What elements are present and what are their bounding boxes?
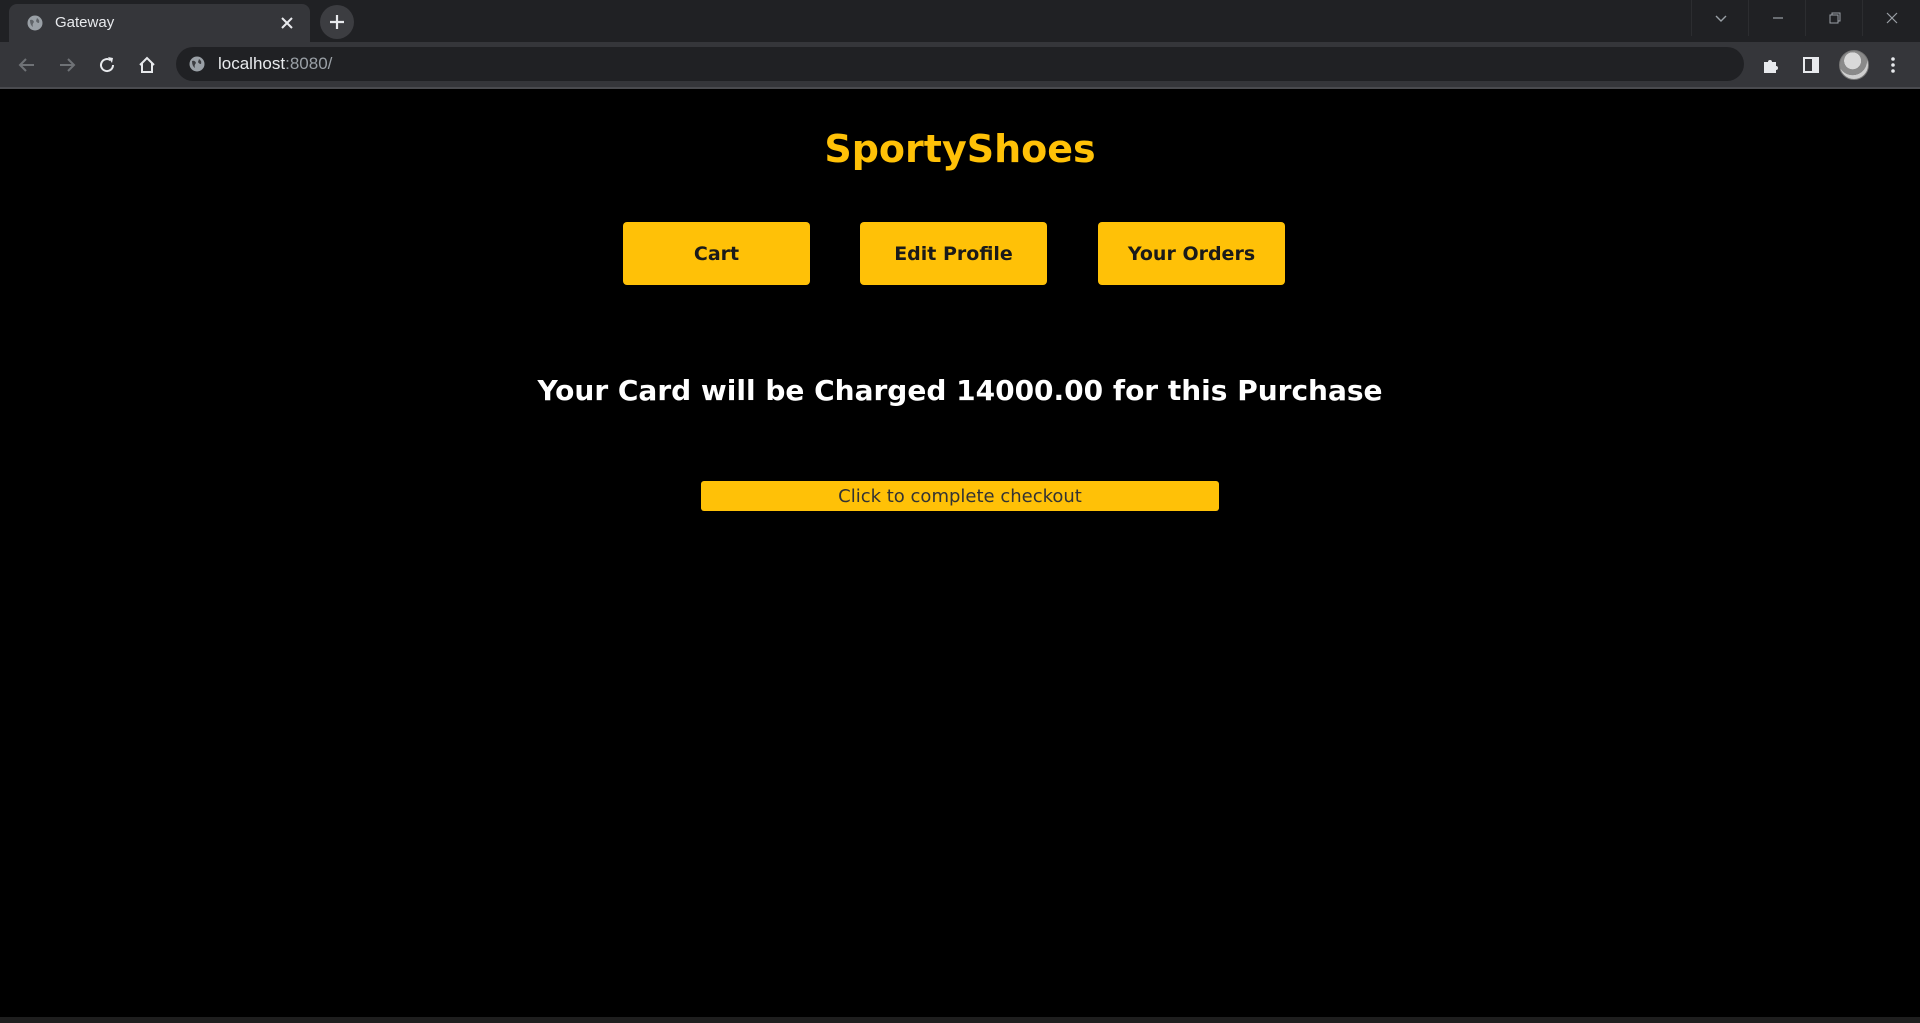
minimize-icon [1772, 17, 1783, 19]
cart-button[interactable]: Cart [623, 222, 810, 285]
restore-button[interactable] [1805, 0, 1863, 36]
reload-icon [100, 57, 115, 73]
side-panel-button[interactable] [1796, 50, 1826, 80]
side-panel-icon [1803, 57, 1819, 73]
forward-button[interactable] [52, 50, 82, 80]
globe-icon [188, 55, 206, 73]
tab-search-button[interactable] [1691, 0, 1749, 36]
home-button[interactable] [132, 50, 162, 80]
globe-icon [26, 14, 44, 32]
complete-checkout-button[interactable]: Click to complete checkout [701, 481, 1219, 511]
tab-title: Gateway [55, 14, 115, 31]
new-tab-button[interactable] [320, 5, 354, 39]
menu-button[interactable] [1878, 50, 1908, 80]
home-icon [139, 56, 155, 73]
charge-message: Your Card will be Charged 14000.00 for t… [537, 374, 1383, 407]
edit-profile-button[interactable]: Edit Profile [860, 222, 1047, 285]
puzzle-icon [1764, 60, 1778, 73]
url-text: localhost:8080/ [218, 54, 332, 74]
close-icon [1886, 12, 1897, 24]
address-bar[interactable]: localhost:8080/ [176, 47, 1744, 81]
extensions-button[interactable] [1756, 50, 1786, 80]
site-brand: SportyShoes [824, 127, 1096, 171]
chevron-down-icon [1715, 15, 1726, 22]
close-tab-icon[interactable] [278, 14, 296, 32]
close-window-button[interactable] [1862, 0, 1920, 36]
url-host: localhost [218, 54, 286, 73]
minimize-button[interactable] [1748, 0, 1806, 36]
window-bottom-edge [0, 1017, 1920, 1023]
your-orders-button[interactable]: Your Orders [1098, 222, 1285, 285]
url-port-path: :8080/ [285, 54, 333, 73]
arrow-right-icon [60, 58, 76, 72]
page-content: SportyShoes Cart Edit Profile Your Order… [0, 89, 1920, 1017]
browser-tab[interactable]: Gateway [9, 4, 310, 42]
browser-tab-bar: Gateway [0, 0, 1920, 42]
kebab-menu-icon [1891, 57, 1895, 73]
browser-toolbar: localhost:8080/ [0, 42, 1920, 87]
plus-icon [330, 15, 344, 29]
reload-button[interactable] [92, 50, 122, 80]
back-button[interactable] [12, 50, 42, 80]
arrow-left-icon [18, 58, 34, 72]
profile-avatar[interactable] [1839, 50, 1869, 80]
restore-icon [1829, 12, 1840, 24]
